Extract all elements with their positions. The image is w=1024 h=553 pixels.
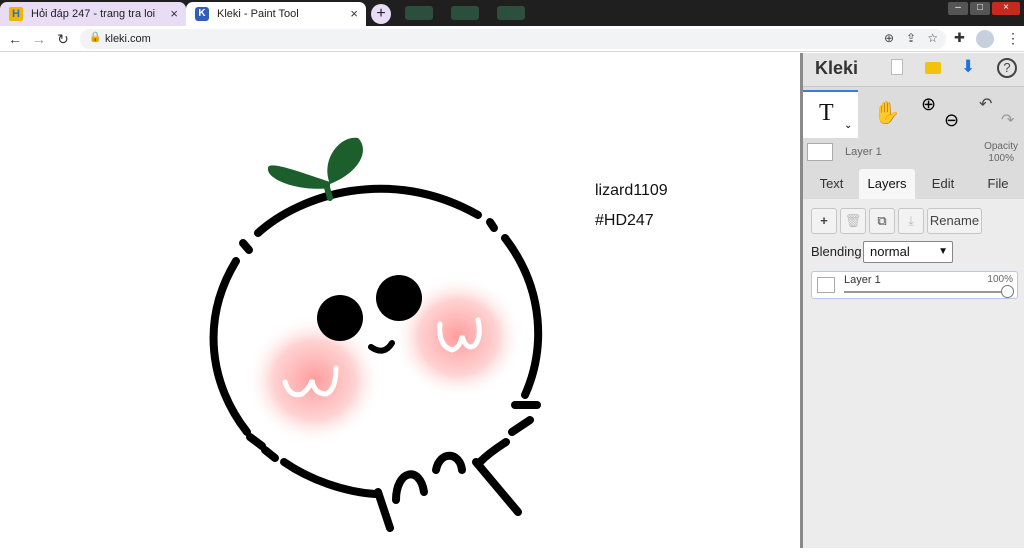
opacity-value: 100% bbox=[988, 153, 1014, 164]
text-tool-button[interactable]: T ⌄ bbox=[803, 90, 858, 138]
open-folder-icon[interactable] bbox=[925, 62, 941, 74]
tab-kleki[interactable]: K Kleki - Paint Tool × bbox=[186, 2, 366, 26]
tab-title: Hỏi đáp 247 - trang tra loi bbox=[31, 8, 156, 20]
blending-label: Blending bbox=[811, 244, 862, 259]
delete-layer-button[interactable]: 🗑 bbox=[840, 208, 866, 234]
eye-right bbox=[376, 275, 422, 321]
rename-layer-button[interactable]: Rename bbox=[927, 208, 982, 234]
address-bar: ← → ↻ 🔒 kleki.com ⊕ ⇪ ☆ ✚ ⋮ bbox=[0, 26, 1024, 52]
drawing-illustration bbox=[209, 137, 543, 532]
browser-titlebar: H Hỏi đáp 247 - trang tra loi × K Kleki … bbox=[0, 0, 1024, 26]
merge-layer-button[interactable]: ⤓ bbox=[898, 208, 924, 234]
url-text: kleki.com bbox=[105, 33, 151, 45]
layer-opacity-track[interactable] bbox=[844, 291, 1008, 293]
add-layer-button[interactable]: + bbox=[811, 208, 837, 234]
layer-opacity-slider[interactable] bbox=[1001, 285, 1014, 298]
tab-file[interactable]: File bbox=[977, 169, 1019, 199]
forward-icon[interactable]: → bbox=[30, 30, 48, 48]
drawing-canvas[interactable]: lizard1109 #HD247 bbox=[0, 53, 800, 548]
blending-value: normal bbox=[870, 244, 910, 259]
duplicate-layer-button[interactable]: ⧉ bbox=[869, 208, 895, 234]
layer-item-thumbnail bbox=[817, 277, 835, 293]
zoom-in-icon[interactable]: ⊕ bbox=[921, 94, 936, 115]
current-layer-name: Layer 1 bbox=[845, 146, 882, 158]
outline-left bbox=[209, 257, 251, 436]
bookmark-star-icon[interactable]: ☆ bbox=[927, 31, 938, 45]
canvas-text-username: lizard1109 bbox=[595, 182, 668, 199]
kleki-side-panel: Kleki ⬇ ? T ⌄ ✋ ⊕ ⊖ ↶ ↷ Layer 1 Opacity … bbox=[803, 53, 1024, 548]
tab-hoidap[interactable]: H Hỏi đáp 247 - trang tra loi × bbox=[0, 2, 186, 26]
share-icon[interactable]: ⇪ bbox=[906, 31, 916, 45]
panel-tabs: Text Layers Edit File bbox=[803, 169, 1024, 199]
layer-item-opacity: 100% bbox=[987, 274, 1013, 285]
current-layer-info: Layer 1 Opacity 100% bbox=[803, 141, 1024, 169]
url-field[interactable]: 🔒 kleki.com ⊕ ⇪ ☆ bbox=[80, 29, 946, 49]
tab-edit[interactable]: Edit bbox=[921, 169, 965, 199]
menu-icon[interactable]: ⋮ bbox=[1006, 30, 1020, 47]
logo-row: Kleki ⬇ ? bbox=[803, 53, 1024, 87]
outline-top bbox=[254, 184, 482, 237]
download-icon[interactable]: ⬇ bbox=[961, 57, 975, 77]
window-controls: – □ × bbox=[948, 2, 1020, 15]
avatar[interactable] bbox=[976, 30, 994, 48]
maximize-button[interactable]: □ bbox=[970, 2, 990, 15]
reload-icon[interactable]: ↻ bbox=[54, 30, 72, 48]
eye-left bbox=[317, 295, 363, 341]
layer-item-name: Layer 1 bbox=[844, 274, 881, 286]
help-icon[interactable]: ? bbox=[997, 58, 1017, 78]
layer-thumbnail bbox=[807, 143, 833, 161]
kleki-favicon-icon: K bbox=[195, 7, 209, 21]
lock-icon: 🔒 bbox=[89, 32, 102, 43]
opacity-label: Opacity bbox=[984, 141, 1018, 152]
layer-list-item[interactable]: Layer 1 100% bbox=[811, 271, 1018, 299]
chevron-down-icon: ▼ bbox=[938, 246, 948, 257]
mouth bbox=[368, 340, 395, 354]
minimize-button[interactable]: – bbox=[948, 2, 968, 15]
extensions-icon[interactable]: ✚ bbox=[954, 30, 965, 46]
tool-row: T ⌄ ✋ ⊕ ⊖ ↶ ↷ bbox=[803, 90, 1024, 138]
hoidap-favicon-icon: H bbox=[9, 7, 23, 21]
close-icon[interactable]: × bbox=[350, 6, 358, 21]
tab-layers[interactable]: Layers bbox=[859, 169, 915, 199]
close-icon[interactable]: × bbox=[170, 6, 178, 21]
new-tab-button[interactable]: + bbox=[371, 4, 391, 24]
layers-tab-body: + 🗑 ⧉ ⤓ Rename Blending normal ▼ Layer 1… bbox=[803, 199, 1024, 548]
blending-select[interactable]: normal ▼ bbox=[863, 241, 953, 263]
leaf-right bbox=[327, 137, 363, 184]
zoom-icon[interactable]: ⊕ bbox=[884, 31, 894, 45]
hand-tool-icon[interactable]: ✋ bbox=[873, 100, 900, 126]
zoom-out-icon[interactable]: ⊖ bbox=[944, 110, 959, 131]
new-file-icon[interactable] bbox=[891, 59, 903, 75]
tab-text[interactable]: Text bbox=[809, 169, 854, 199]
leaf-left bbox=[267, 165, 330, 189]
kleki-logo: Kleki bbox=[815, 58, 859, 78]
redo-icon[interactable]: ↷ bbox=[1001, 110, 1014, 130]
back-icon[interactable]: ← bbox=[6, 30, 24, 48]
window-close-button[interactable]: × bbox=[992, 2, 1020, 15]
tab-title: Kleki - Paint Tool bbox=[217, 8, 299, 20]
chevron-down-icon[interactable]: ⌄ bbox=[844, 120, 852, 131]
text-tool-icon: T bbox=[819, 100, 834, 126]
canvas-text-tag: #HD247 bbox=[595, 212, 654, 229]
outline-bottom bbox=[280, 458, 379, 498]
taskbar-preview bbox=[405, 6, 565, 22]
undo-icon[interactable]: ↶ bbox=[979, 94, 992, 114]
